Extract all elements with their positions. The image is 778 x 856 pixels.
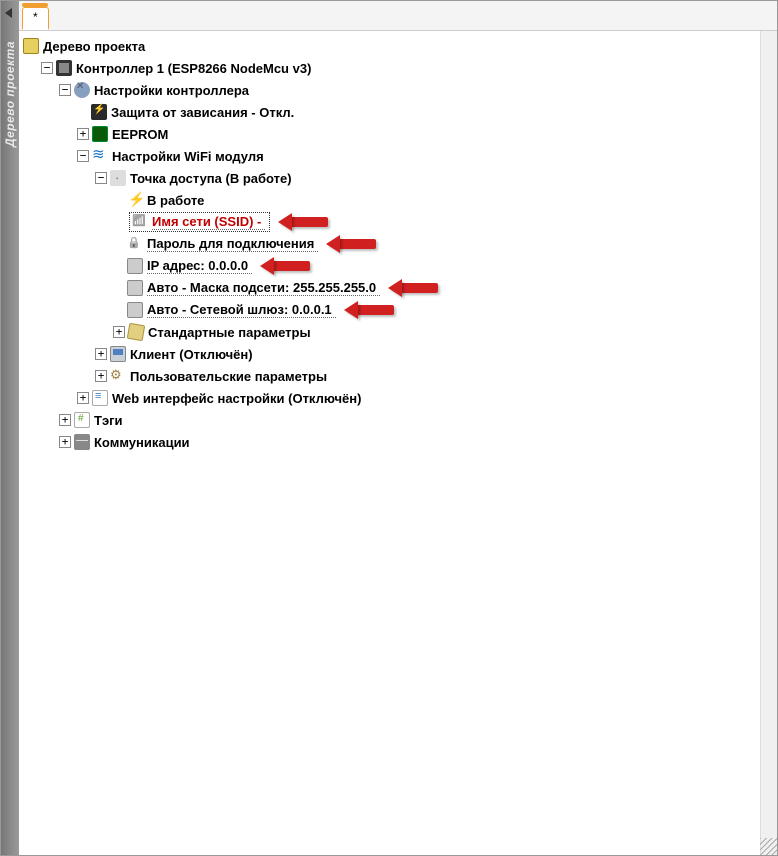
node-label: Имя сети (SSID) - xyxy=(152,214,265,230)
callout-arrow-icon xyxy=(262,257,318,275)
node-std-params[interactable]: + Стандартные параметры xyxy=(23,321,771,343)
access-point-icon xyxy=(110,170,126,186)
expander[interactable]: − xyxy=(77,150,89,162)
web-icon xyxy=(92,390,108,406)
node-web-interface[interactable]: + Web интерфейс настройки (Отключён) xyxy=(23,387,771,409)
node-label: Пользовательские параметры xyxy=(130,369,327,384)
callout-arrow-icon xyxy=(328,235,384,253)
node-label: Защита от зависания - Откл. xyxy=(111,105,294,120)
tree-root[interactable]: Дерево проекта xyxy=(23,35,771,57)
node-tags[interactable]: + Тэги xyxy=(23,409,771,431)
keyboard-icon xyxy=(127,302,143,318)
chip-icon xyxy=(92,126,108,142)
selected-highlight: Имя сети (SSID) - xyxy=(129,212,270,232)
node-label: Стандартные параметры xyxy=(148,325,311,340)
expander[interactable]: − xyxy=(41,62,53,74)
node-ip-address[interactable]: IP адрес: 0.0.0.0 xyxy=(23,255,771,277)
lock-icon xyxy=(127,236,143,252)
settings-icon xyxy=(74,82,90,98)
controller-icon xyxy=(56,60,72,76)
client-icon xyxy=(110,346,126,362)
expander[interactable]: − xyxy=(95,172,107,184)
callout-arrow-icon xyxy=(390,279,446,297)
user-params-icon xyxy=(110,368,126,384)
node-label: Клиент (Отключён) xyxy=(130,347,253,362)
node-communications[interactable]: + Коммуникации xyxy=(23,431,771,453)
sidebar-title: Дерево проекта xyxy=(3,41,17,147)
node-client[interactable]: + Клиент (Отключён) xyxy=(23,343,771,365)
callout-arrow-icon xyxy=(346,301,402,319)
node-gateway[interactable]: Авто - Сетевой шлюз: 0.0.0.1 xyxy=(23,299,771,321)
expander[interactable]: + xyxy=(77,128,89,140)
node-label: Коммуникации xyxy=(94,435,190,450)
vertical-scrollbar[interactable] xyxy=(760,31,777,855)
node-running[interactable]: В работе xyxy=(23,189,771,211)
node-label: Настройки контроллера xyxy=(94,83,249,98)
tree-icon xyxy=(23,38,39,54)
tags-icon xyxy=(74,412,90,428)
node-label: Авто - Сетевой шлюз: 0.0.0.1 xyxy=(147,302,336,318)
tab-label: * xyxy=(33,10,38,24)
expander[interactable]: + xyxy=(113,326,125,338)
node-label: Контроллер 1 (ESP8266 NodeMcu v3) xyxy=(76,61,311,76)
expander[interactable]: + xyxy=(59,436,71,448)
node-label: Настройки WiFi модуля xyxy=(112,149,264,164)
node-password[interactable]: Пароль для подключения xyxy=(23,233,771,255)
node-label: IP адрес: 0.0.0.0 xyxy=(147,258,252,274)
node-label: Тэги xyxy=(94,413,123,428)
main-panel: * Дерево проекта − Контроллер 1 (ESP8266… xyxy=(19,1,777,855)
tab-bar: * xyxy=(19,1,777,31)
ssid-icon xyxy=(132,214,148,230)
expander[interactable]: + xyxy=(59,414,71,426)
node-label: EEPROM xyxy=(112,127,168,142)
shield-icon xyxy=(91,104,107,120)
callout-arrow-icon xyxy=(280,213,336,231)
keyboard-icon xyxy=(127,258,143,274)
wifi-icon xyxy=(92,148,108,164)
node-subnet-mask[interactable]: Авто - Маска подсети: 255.255.255.0 xyxy=(23,277,771,299)
app-window: Дерево проекта * Дерево проекта − Контро… xyxy=(0,0,778,856)
node-watchdog[interactable]: Защита от зависания - Откл. xyxy=(23,101,771,123)
params-icon xyxy=(127,323,146,342)
node-access-point[interactable]: − Точка доступа (В работе) xyxy=(23,167,771,189)
expander[interactable]: + xyxy=(77,392,89,404)
expander[interactable]: + xyxy=(95,370,107,382)
node-controller-settings[interactable]: − Настройки контроллера xyxy=(23,79,771,101)
sidebar-rail[interactable]: Дерево проекта xyxy=(1,1,19,855)
project-tree[interactable]: Дерево проекта − Контроллер 1 (ESP8266 N… xyxy=(19,31,777,855)
collapse-arrow-icon[interactable] xyxy=(4,7,16,19)
node-wifi-settings[interactable]: − Настройки WiFi модуля xyxy=(23,145,771,167)
node-label: Web интерфейс настройки (Отключён) xyxy=(112,391,361,406)
expander[interactable]: − xyxy=(59,84,71,96)
node-user-params[interactable]: + Пользовательские параметры xyxy=(23,365,771,387)
tab-unsaved[interactable]: * xyxy=(22,7,49,30)
node-label: В работе xyxy=(147,193,204,208)
node-label: Точка доступа (В работе) xyxy=(130,171,292,186)
node-eeprom[interactable]: + EEPROM xyxy=(23,123,771,145)
node-controller[interactable]: − Контроллер 1 (ESP8266 NodeMcu v3) xyxy=(23,57,771,79)
node-label: Авто - Маска подсети: 255.255.255.0 xyxy=(147,280,380,296)
node-label: Пароль для подключения xyxy=(147,236,318,252)
comm-icon xyxy=(74,434,90,450)
keyboard-icon xyxy=(127,280,143,296)
tree-root-label: Дерево проекта xyxy=(43,39,145,54)
resize-grip-icon[interactable] xyxy=(760,838,777,855)
node-ssid[interactable]: Имя сети (SSID) - xyxy=(23,211,771,233)
expander[interactable]: + xyxy=(95,348,107,360)
running-icon xyxy=(127,192,143,208)
